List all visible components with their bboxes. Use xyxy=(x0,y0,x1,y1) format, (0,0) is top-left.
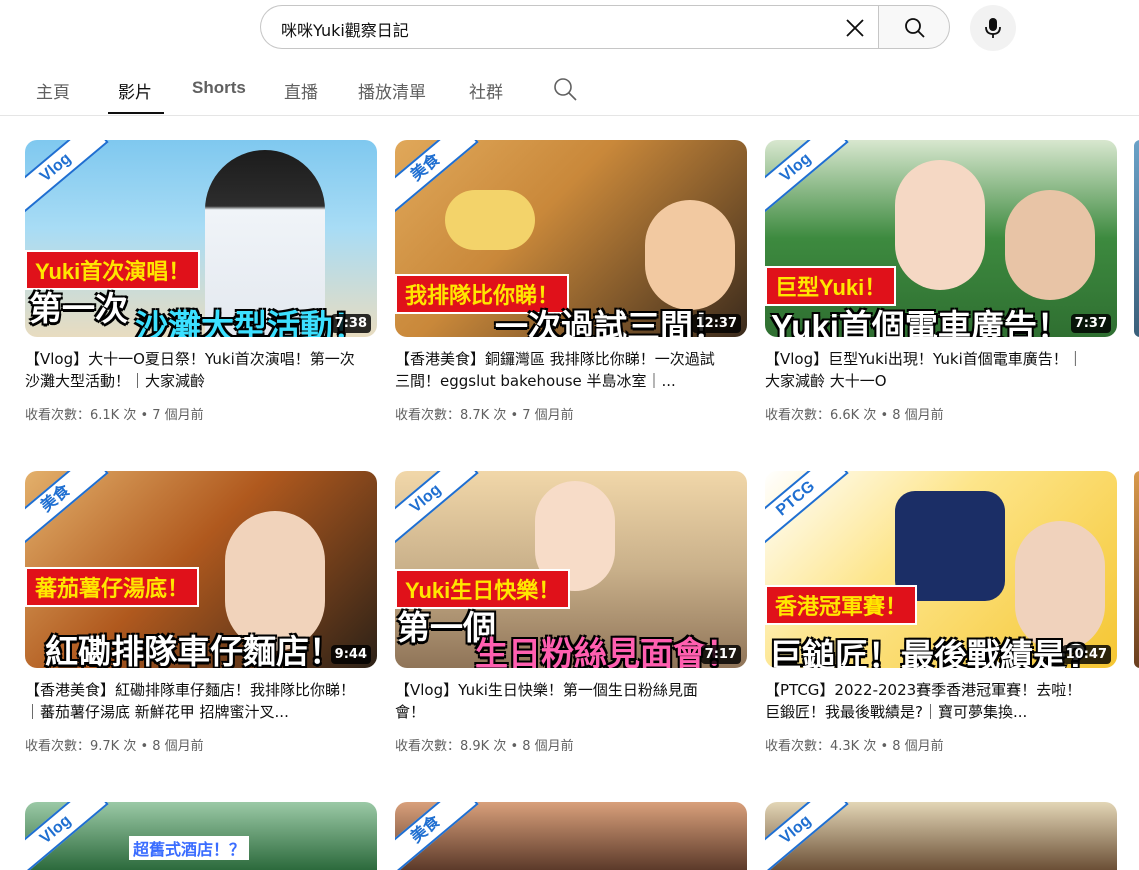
video-thumbnail[interactable]: Vlog Yuki首次演唱！ 第一次 沙灘大型活動！ 7:38 xyxy=(25,140,377,337)
video-thumbnail[interactable]: Vlog 巨型Yuki！ Yuki首個電車廣告！ 7:37 xyxy=(765,140,1117,337)
video-title[interactable]: 【PTCG】2022-2023賽季香港冠軍賽！去啦！巨鍛匠！我最後戰績是?｜寶可… xyxy=(765,679,1095,723)
video-thumbnail[interactable]: 美食 我排隊比你睇！ 一次過試三間！ 12:37 xyxy=(395,140,747,337)
video-duration: 7:17 xyxy=(700,645,741,664)
video-duration: 12:37 xyxy=(691,314,741,333)
video-thumbnail[interactable]: 美食 蕃茄薯仔湯底！ 紅磡排隊車仔麵店！ 9:44 xyxy=(25,471,377,668)
video-duration: 9:44 xyxy=(330,645,371,664)
video-thumbnail-partial[interactable] xyxy=(1134,140,1139,337)
search-button[interactable] xyxy=(878,5,950,49)
person-image xyxy=(1005,190,1095,300)
video-thumbnail-partial[interactable] xyxy=(1134,471,1139,668)
voice-search-button[interactable] xyxy=(970,5,1016,51)
video-meta: 收看次數：8.9K 次 • 8 個月前 xyxy=(395,739,574,754)
video-thumbnail[interactable]: Vlog Yuki生日快樂！ 第一個 生日粉絲見面會！ 7:17 xyxy=(395,471,747,668)
tab-home[interactable]: 主頁 xyxy=(36,78,70,103)
video-meta: 收看次數：4.3K 次 • 8 個月前 xyxy=(765,739,944,754)
search-input[interactable]: 咪咪Yuki觀察日記 xyxy=(260,5,878,49)
video-title[interactable]: 【Vlog】大十一O夏日祭！Yuki首次演唱！第一次沙灘大型活動！｜大家減齡 xyxy=(25,348,355,392)
tab-community[interactable]: 社群 xyxy=(469,78,503,103)
video-title[interactable]: 【香港美食】銅鑼灣區 我排隊比你睇！一次過試三間！eggslut bakehou… xyxy=(395,348,725,392)
video-meta: 收看次數：6.1K 次 • 7 個月前 xyxy=(25,408,204,423)
thumbnail-headline: 巨鎚匠！最後戰績是? xyxy=(769,637,1087,668)
video-thumbnail[interactable]: Vlog xyxy=(765,802,1117,870)
tab-shorts[interactable]: Shorts xyxy=(192,78,246,98)
video-meta: 收看次數：9.7K 次 • 8 個月前 xyxy=(25,739,204,754)
video-thumbnail[interactable]: 美食 xyxy=(395,802,747,870)
search-icon xyxy=(905,18,925,38)
video-title[interactable]: 【Vlog】巨型Yuki出現！Yuki首個電車廣告！｜大家減齡 大十一O xyxy=(765,348,1095,392)
video-title[interactable]: 【香港美食】紅磡排隊車仔麵店！我排隊比你睇！｜蕃茄薯仔湯底 新鮮花甲 招牌蜜汁叉… xyxy=(25,679,355,723)
thumbnail-caption: 香港冠軍賽！ xyxy=(765,585,918,625)
video-duration: 10:47 xyxy=(1061,645,1111,664)
video-title[interactable]: 【Vlog】Yuki生日快樂！第一個生日粉絲見面會！ xyxy=(395,679,725,723)
tab-live[interactable]: 直播 xyxy=(284,78,318,103)
tab-playlists[interactable]: 播放清單 xyxy=(358,78,426,103)
person-image xyxy=(645,200,735,310)
thumbnail-headline: 紅磡排隊車仔麵店！ xyxy=(45,633,342,668)
thumbnail-caption: 超舊式酒店！？ xyxy=(129,836,250,860)
video-duration: 7:38 xyxy=(330,314,371,333)
video-duration: 7:37 xyxy=(1070,314,1111,333)
channel-tabs: 主頁 影片 Shorts 直播 播放清單 社群 xyxy=(0,66,1139,116)
video-meta: 收看次數：6.6K 次 • 8 個月前 xyxy=(765,408,944,423)
thumbnail-headline: 生日粉絲見面會！ xyxy=(475,635,739,668)
search-query-text[interactable]: 咪咪Yuki觀察日記 xyxy=(281,17,409,41)
person-image xyxy=(895,160,985,290)
search-icon[interactable] xyxy=(552,76,578,102)
search-bar: 咪咪Yuki觀察日記 xyxy=(260,5,950,51)
video-meta: 收看次數：8.7K 次 • 7 個月前 xyxy=(395,408,574,423)
tab-videos[interactable]: 影片 xyxy=(118,78,152,103)
video-thumbnail[interactable]: PTCG 香港冠軍賽！ 巨鎚匠！最後戰績是? 10:47 xyxy=(765,471,1117,668)
video-thumbnail[interactable]: Vlog 超舊式酒店！？ xyxy=(25,802,377,870)
microphone-icon xyxy=(985,18,1001,38)
thumbnail-caption: 蕃茄薯仔湯底！ xyxy=(25,567,200,607)
thumbnail-headline: 第一次 xyxy=(29,290,128,327)
close-icon[interactable] xyxy=(843,16,867,40)
thumbnail-headline: Yuki首個電車廣告！ xyxy=(771,308,1070,337)
active-tab-indicator xyxy=(108,112,164,114)
food-image xyxy=(445,190,535,250)
